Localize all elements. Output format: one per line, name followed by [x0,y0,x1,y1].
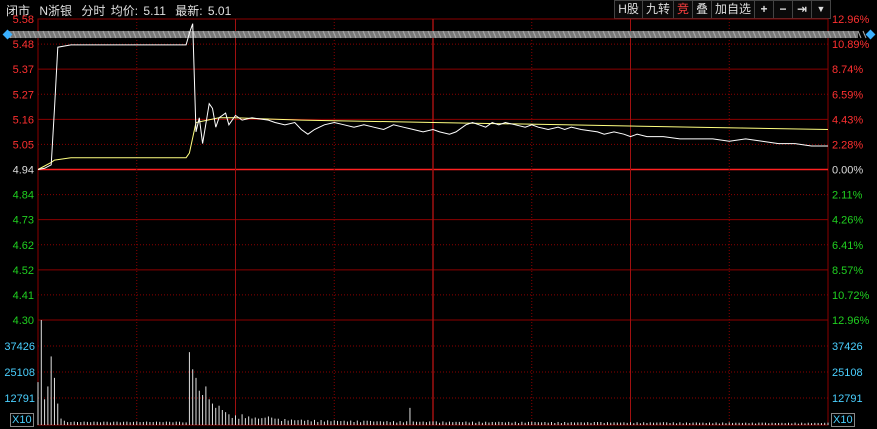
percent-axis: 12.96% 10.89% 8.74% 6.59% 4.43% 2.28% 0.00% 2.1… [832,14,870,327]
price-tick-label: 4.62 [13,240,34,252]
percent-tick-label: 8.57% [832,265,863,277]
price-tick-label: 4.84 [13,190,34,202]
percent-tick-label: 2.28% [832,139,863,151]
volume-tick-label-right: 25108 [832,367,863,379]
percent-tick-label: 10.89% [832,39,870,51]
percent-tick-label: 2.11% [832,190,863,202]
volume-unit-left: X10 [10,413,34,427]
grid [37,18,829,426]
volume-unit-right: X10 [831,413,855,427]
price-tick-label: 5.58 [13,14,34,26]
timeline-scrollbar[interactable] [2,29,876,40]
price-tick-label: 5.37 [13,64,34,76]
scrollbar-handle-right [865,29,876,40]
percent-tick-label: 12.96% [832,14,870,26]
price-tick-label: 4.94 [13,165,34,177]
volume-tick-label-right: 12791 [832,393,863,405]
chart: 5.58 5.48 5.37 5.27 5.16 5.05 4.94 4.84 4.73 4.62… [2,14,876,426]
percent-tick-label: 6.59% [832,89,863,101]
price-tick-label: 5.05 [13,139,34,151]
percent-tick-label: 10.72% [832,290,870,302]
price-tick-label: 5.27 [13,89,34,101]
price-tick-label: 4.41 [13,290,34,302]
price-tick-label: 4.30 [13,315,34,327]
percent-tick-label: 4.43% [832,114,863,126]
scrollbar-hatch [862,30,867,39]
price-tick-label: 5.16 [13,114,34,126]
volume-tick-label-left: 25108 [4,367,35,379]
volume-tick-label-right: 37426 [832,341,863,353]
volume-tick-label-left: 37426 [4,341,35,353]
price-tick-label: 5.48 [13,39,34,51]
scrollbar-hatch [857,30,862,39]
percent-tick-label: 8.74% [832,64,863,76]
percent-tick-label: 6.41% [832,240,863,252]
percent-tick-label: 0.00% [832,165,863,177]
percent-tick-label: 4.26% [832,215,863,227]
volume-tick-label-left: 12791 [4,393,35,405]
price-tick-label: 4.52 [13,265,34,277]
price-tick-label: 4.73 [13,215,34,227]
percent-tick-label: 12.96% [832,315,870,327]
price-axis: 5.58 5.48 5.37 5.27 5.16 5.05 4.94 4.84 4.73 4.62… [13,14,34,327]
